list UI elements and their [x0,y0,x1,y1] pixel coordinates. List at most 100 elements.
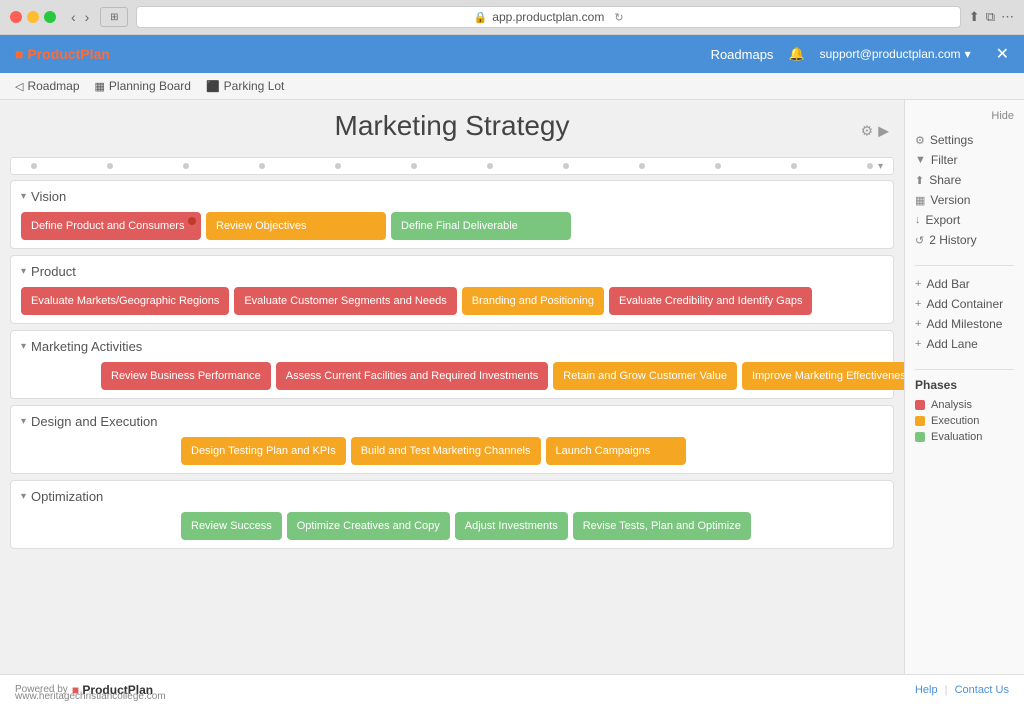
fullscreen-traffic-light[interactable] [44,11,56,23]
url-text: app.productplan.com [492,10,604,24]
filter-item[interactable]: ▼ Filter [915,150,1014,170]
design-testing-card[interactable]: Design Testing Plan and KPIs [181,437,346,465]
new-tab-button[interactable]: ⧉ [986,9,995,25]
evaluate-customer-segments-card[interactable]: Evaluate Customer Segments and Needs [234,287,456,315]
improve-marketing-card[interactable]: Improve Marketing Effectiveness [742,362,904,390]
app-close-button[interactable]: ✕ [996,44,1009,64]
reload-icon[interactable]: ↻ [614,11,623,24]
help-link[interactable]: Help [915,684,938,696]
timeline-expand-icon[interactable]: ▾ [878,161,883,172]
main-layout: Marketing Strategy ⚙ ▶ ▾ [0,100,1024,674]
notifications-bell[interactable]: 🔔 [788,46,804,62]
timeline-dot [791,163,797,169]
build-test-channels-card[interactable]: Build and Test Marketing Channels [351,437,541,465]
card-label: Improve Marketing Effectiveness [752,370,904,382]
product-toggle-icon: ▾ [21,266,26,277]
card-label: Review Objectives [216,220,306,232]
card-alert-dot [188,217,196,225]
parking-lot-tab[interactable]: ⬛ Parking Lot [206,79,284,93]
assess-facilities-card[interactable]: Assess Current Facilities and Required I… [276,362,549,390]
more-button[interactable]: ⋯ [1001,9,1014,25]
design-execution-items: Design Testing Plan and KPIs Build and T… [181,437,883,465]
share-icon: ⬆ [915,174,924,187]
define-final-deliverable-card[interactable]: Define Final Deliverable [391,212,571,240]
settings-item[interactable]: ⚙ Settings [915,130,1014,150]
add-milestone-item[interactable]: + Add Milestone [915,314,1014,334]
marketing-activities-items: Review Business Performance Assess Curre… [101,362,883,390]
timeline-dot [183,163,189,169]
optimization-label: Optimization [31,489,103,504]
marketing-activities-header[interactable]: ▾ Marketing Activities [21,339,883,354]
tab-button[interactable]: ⊞ [100,7,128,27]
vision-lane-header[interactable]: ▾ Vision [21,189,883,204]
timeline-dots [21,163,883,169]
sidebar-hide-section: Hide [915,110,1014,122]
define-product-card[interactable]: Define Product and Consumers [21,212,201,240]
sidebar: Hide ⚙ Settings ▼ Filter ⬆ Share ▦ Versi… [904,100,1024,674]
product-lane: ▾ Product Evaluate Markets/Geographic Re… [10,255,894,324]
timeline-dot [867,163,873,169]
close-traffic-light[interactable] [10,11,22,23]
filter-label: Filter [931,153,958,167]
design-execution-lane: ▾ Design and Execution Design Testing Pl… [10,405,894,474]
add-container-item[interactable]: + Add Container [915,294,1014,314]
roadmap-tab[interactable]: ◁ Roadmap [15,79,80,93]
review-business-card[interactable]: Review Business Performance [101,362,271,390]
optimization-header[interactable]: ▾ Optimization [21,489,883,504]
filter-icon: ▼ [915,154,926,166]
roadmap-area: Marketing Strategy ⚙ ▶ ▾ [0,100,904,674]
product-lane-header[interactable]: ▾ Product [21,264,883,279]
card-label: Evaluate Customer Segments and Needs [244,295,446,307]
card-label: Revise Tests, Plan and Optimize [583,520,741,532]
execution-color-swatch [915,416,925,426]
version-item[interactable]: ▦ Version [915,190,1014,210]
add-bar-item[interactable]: + Add Bar [915,274,1014,294]
marketing-toggle-icon: ▾ [21,341,26,352]
revise-tests-card[interactable]: Revise Tests, Plan and Optimize [573,512,751,540]
export-label: Export [926,213,961,227]
review-objectives-card[interactable]: Review Objectives [206,212,386,240]
app-header: ■ ProductPlan Roadmaps 🔔 support@product… [0,35,1024,73]
design-execution-header[interactable]: ▾ Design and Execution [21,414,883,429]
forward-button[interactable]: › [82,9,93,25]
address-bar[interactable]: 🔒 app.productplan.com ↻ [136,6,960,28]
evaluation-color-swatch [915,432,925,442]
sidebar-add-actions: + Add Bar + Add Container + Add Mileston… [915,274,1014,354]
evaluate-credibility-card[interactable]: Evaluate Credibility and Identify Gaps [609,287,812,315]
user-menu[interactable]: support@productplan.com ▾ [820,47,971,61]
back-button[interactable]: ‹ [68,9,79,25]
minimize-traffic-light[interactable] [27,11,39,23]
adjust-investments-card[interactable]: Adjust Investments [455,512,568,540]
roadmap-icon: ◁ [15,80,23,93]
add-lane-item[interactable]: + Add Lane [915,334,1014,354]
sub-nav: ◁ Roadmap ▦ Planning Board ⬛ Parking Lot [0,73,1024,100]
settings-gear-icon[interactable]: ⚙ [861,123,874,140]
review-success-card[interactable]: Review Success [181,512,282,540]
contact-link[interactable]: Contact Us [955,684,1009,696]
optimization-items: Review Success Optimize Creatives and Co… [181,512,883,540]
scroll-right-icon[interactable]: ▶ [878,123,889,140]
export-item[interactable]: ↓ Export [915,210,1014,230]
history-item[interactable]: ↺ 2 History [915,230,1014,250]
evaluate-markets-card[interactable]: Evaluate Markets/Geographic Regions [21,287,229,315]
retain-grow-card[interactable]: Retain and Grow Customer Value [553,362,737,390]
roadmap-label: Roadmap [27,79,79,93]
optimize-creatives-card[interactable]: Optimize Creatives and Copy [287,512,450,540]
branding-positioning-card[interactable]: Branding and Positioning [462,287,604,315]
timeline-dot [487,163,493,169]
version-icon: ▦ [915,194,925,207]
design-toggle-icon: ▾ [21,416,26,427]
launch-campaigns-card[interactable]: Launch Campaigns [546,437,686,465]
card-label: Branding and Positioning [472,295,594,307]
hide-sidebar-button[interactable]: Hide [991,110,1014,122]
share-item[interactable]: ⬆ Share [915,170,1014,190]
add-milestone-icon: + [915,318,921,330]
parking-lot-label: Parking Lot [224,79,285,93]
share-window-button[interactable]: ⬆ [969,9,980,25]
card-label: Review Business Performance [111,370,261,382]
roadmaps-nav[interactable]: Roadmaps [711,47,774,62]
add-lane-icon: + [915,338,921,350]
timeline-dot [563,163,569,169]
planning-board-tab[interactable]: ▦ Planning Board [95,79,191,93]
footer-separator: | [945,684,948,696]
